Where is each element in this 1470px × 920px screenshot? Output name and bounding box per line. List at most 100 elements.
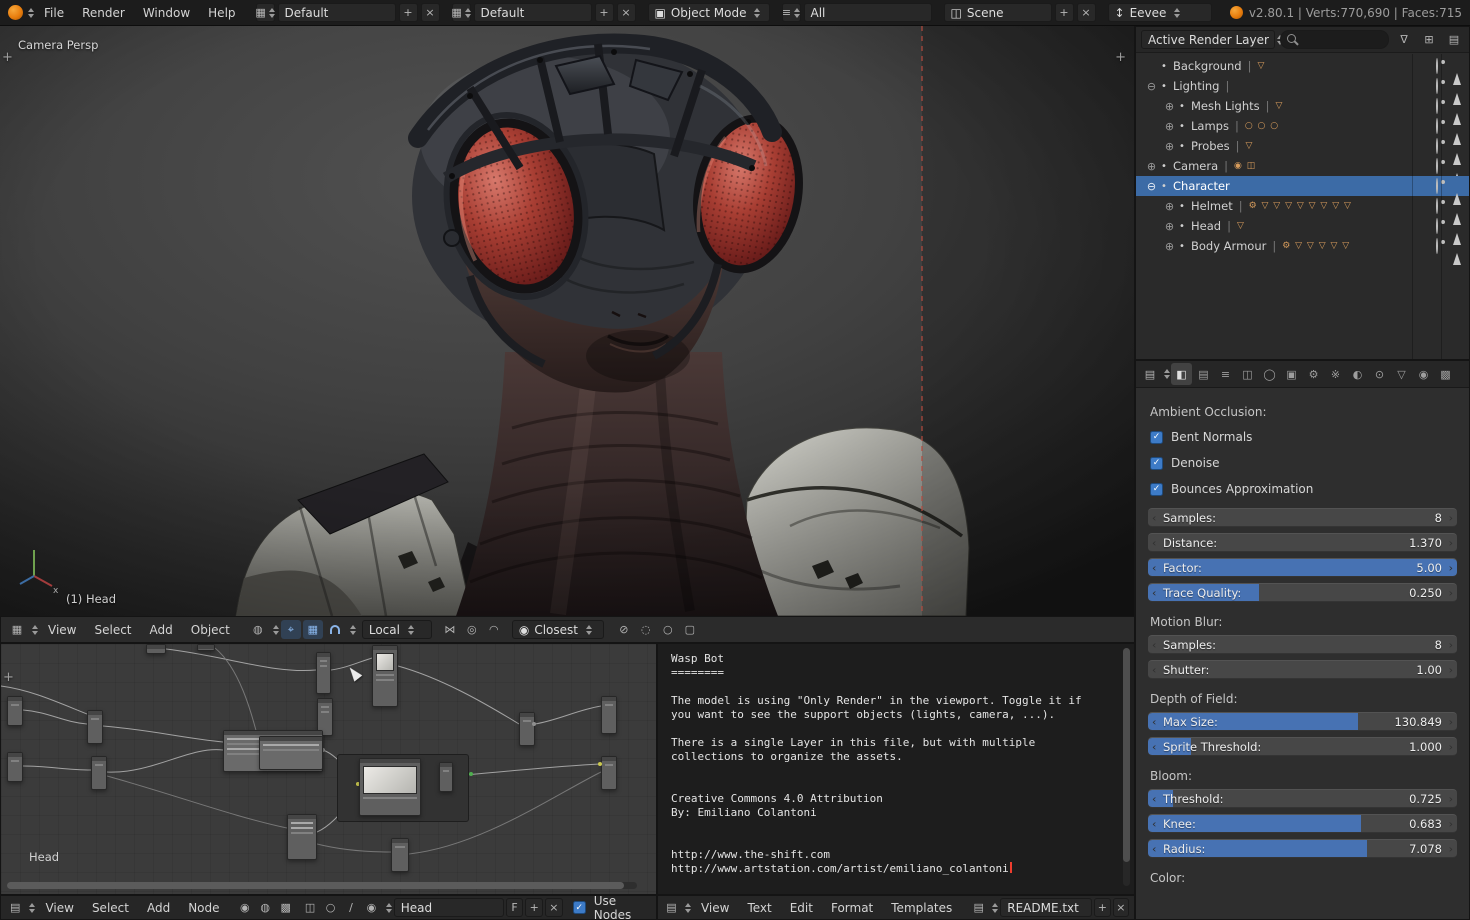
overlays-toggle-icon[interactable]: ▦ bbox=[303, 620, 323, 639]
orbit-dropdown-icon[interactable] bbox=[273, 625, 279, 635]
bloom-threshold-slider[interactable]: ‹ Threshold:0.725 › bbox=[1148, 789, 1457, 808]
text-browse-dropdown-icon[interactable] bbox=[992, 903, 998, 913]
visibility-eye-icon[interactable] bbox=[1436, 78, 1438, 94]
snap-magnet-icon[interactable] bbox=[325, 620, 345, 639]
workspace-select-a[interactable]: Default bbox=[278, 3, 396, 22]
shader-node[interactable] bbox=[146, 644, 166, 654]
image-texture-node[interactable] bbox=[359, 758, 421, 816]
render-engine-select[interactable]: ↕ Eevee bbox=[1108, 3, 1212, 22]
add-workspace-button[interactable]: + bbox=[399, 3, 418, 22]
menu-view[interactable]: View bbox=[693, 901, 737, 915]
mode-select[interactable]: ▣ Object Mode bbox=[648, 3, 770, 22]
texture-properties-tab[interactable]: ▩ bbox=[1435, 363, 1456, 385]
proportional-edit-icon[interactable]: ◎ bbox=[462, 620, 482, 639]
falloff-icon[interactable]: ◠ bbox=[484, 620, 504, 639]
visibility-eye-icon[interactable] bbox=[1436, 218, 1438, 234]
toolbar-expand-icon[interactable]: + bbox=[2, 50, 13, 65]
remove-scene-button[interactable]: × bbox=[1077, 3, 1096, 22]
blender-logo-icon[interactable] bbox=[8, 5, 23, 20]
visibility-eye-icon[interactable] bbox=[1436, 178, 1438, 194]
transform-orientation-select[interactable]: Local bbox=[362, 620, 432, 639]
outliner-row-lamps[interactable]: ⊕• Lamps| ○ ○ ○ bbox=[1136, 116, 1469, 136]
scene-lights-icon[interactable]: ◌ bbox=[636, 620, 656, 639]
text-file-field[interactable]: README.txt bbox=[1000, 898, 1092, 917]
shader-node[interactable] bbox=[91, 756, 107, 790]
modifier-properties-tab[interactable]: ⚙ bbox=[1303, 363, 1324, 385]
filter-icon[interactable]: ∇ bbox=[1394, 30, 1414, 49]
collection-filter-select[interactable]: All bbox=[804, 3, 932, 22]
material-browse-icon[interactable]: ◉ bbox=[362, 898, 380, 917]
visibility-eye-icon[interactable] bbox=[1436, 58, 1438, 74]
editor-type-icon[interactable]: ▦ bbox=[7, 620, 27, 639]
selectability-cursor-icon[interactable] bbox=[1453, 239, 1461, 265]
app-menu-dropdown-icon[interactable] bbox=[28, 8, 34, 18]
constraints-properties-tab[interactable]: ⊙ bbox=[1369, 363, 1390, 385]
shader-node[interactable] bbox=[259, 736, 323, 770]
editor-type-dropdown-icon[interactable] bbox=[32, 625, 38, 635]
shader-node[interactable] bbox=[87, 710, 103, 744]
outliner-search-input[interactable] bbox=[1280, 30, 1389, 49]
unlink-text-button[interactable]: × bbox=[1113, 898, 1129, 917]
outliner-row-character[interactable]: ⊖• Character bbox=[1136, 176, 1469, 196]
menu-format[interactable]: Format bbox=[823, 901, 881, 915]
ao-samples-slider[interactable]: ‹ Samples:8 › bbox=[1148, 508, 1457, 527]
node-editor-type-dropdown-icon[interactable] bbox=[29, 903, 35, 913]
bounces-approximation-checkbox[interactable]: ✓ Bounces Approximation bbox=[1150, 476, 1469, 502]
outliner-row-body-armour[interactable]: ⊕• Body Armour| ⚙ ▽ ▽ ▽ ▽ ▽ bbox=[1136, 236, 1469, 256]
shader-type-linestyle-icon[interactable]: ▩ bbox=[276, 898, 294, 917]
node-editor-hscrollbar[interactable] bbox=[7, 882, 637, 889]
properties-editor-type-dropdown-icon[interactable] bbox=[1164, 369, 1170, 379]
shader-node[interactable] bbox=[7, 696, 23, 726]
outliner-row-mesh-lights[interactable]: ⊕• Mesh Lights| ▽ bbox=[1136, 96, 1469, 116]
shader-node[interactable] bbox=[519, 712, 535, 746]
unlink-material-button[interactable]: × bbox=[545, 898, 563, 917]
mb-shutter-slider[interactable]: ‹ Shutter:1.00 › bbox=[1148, 660, 1457, 679]
outliner-row-probes[interactable]: ⊕• Probes| ▽ bbox=[1136, 136, 1469, 156]
shader-node-editor[interactable]: + Head bbox=[0, 643, 657, 895]
menu-help[interactable]: Help bbox=[200, 6, 243, 20]
menu-file[interactable]: File bbox=[36, 6, 72, 20]
world-properties-tab[interactable]: ◯ bbox=[1259, 363, 1280, 385]
menu-select[interactable]: Select bbox=[84, 901, 137, 915]
new-collection-icon[interactable]: ⊞ bbox=[1419, 30, 1439, 49]
axis-gizmo[interactable]: x bbox=[8, 542, 60, 594]
ao-factor-slider[interactable]: ‹ Factor:5.00 › bbox=[1148, 558, 1457, 577]
menu-templates[interactable]: Templates bbox=[883, 901, 960, 915]
visibility-eye-icon[interactable] bbox=[1436, 98, 1438, 114]
menu-edit[interactable]: Edit bbox=[782, 901, 821, 915]
remove-workspace-button[interactable]: × bbox=[421, 3, 440, 22]
dof-max-size-slider[interactable]: ‹ Max Size:130.849 › bbox=[1148, 712, 1457, 731]
shader-node[interactable] bbox=[7, 752, 23, 782]
text-editor-scrollbar[interactable] bbox=[1123, 648, 1130, 886]
display-mode-icon[interactable]: ▤ bbox=[1444, 30, 1464, 49]
object-properties-tab[interactable]: ▣ bbox=[1281, 363, 1302, 385]
shader-type-object-icon[interactable]: ◉ bbox=[236, 898, 254, 917]
texture-icon[interactable]: ◫ bbox=[301, 898, 319, 917]
menu-view[interactable]: View bbox=[37, 901, 81, 915]
shader-node[interactable] bbox=[287, 814, 317, 860]
sidebar-expand-icon[interactable]: + bbox=[1115, 50, 1126, 65]
outliner-row-background[interactable]: • Background| ▽ bbox=[1136, 56, 1469, 76]
scene-properties-tab[interactable]: ◫ bbox=[1237, 363, 1258, 385]
shader-type-world-icon[interactable]: ◍ bbox=[256, 898, 274, 917]
menu-render[interactable]: Render bbox=[74, 6, 133, 20]
ao-distance-slider[interactable]: ‹ Distance:1.370 › bbox=[1148, 533, 1457, 552]
bloom-radius-slider[interactable]: ‹ Radius:7.078 › bbox=[1148, 839, 1457, 858]
object-data-properties-tab[interactable]: ▽ bbox=[1391, 363, 1412, 385]
material-name-field[interactable]: Head bbox=[394, 898, 504, 917]
scene-select[interactable]: ◫ Scene bbox=[944, 3, 1052, 22]
view-layer-properties-tab[interactable]: ≡ bbox=[1215, 363, 1236, 385]
viewport-3d[interactable]: Camera Persp + + x (1) Head bbox=[0, 26, 1135, 616]
denoise-checkbox[interactable]: ✓ Denoise bbox=[1150, 450, 1469, 476]
orbit-icon[interactable]: ◍ bbox=[248, 620, 268, 639]
image-texture-node[interactable] bbox=[372, 645, 398, 707]
material-browse-dropdown-icon[interactable] bbox=[386, 903, 392, 913]
xray-toggle-icon[interactable]: ⊘ bbox=[614, 620, 634, 639]
menu-window[interactable]: Window bbox=[135, 6, 198, 20]
shader-node[interactable] bbox=[316, 652, 331, 694]
outliner-row-helmet[interactable]: ⊕• Helmet| ⚙ ▽ ▽ ▽ ▽ ▽ ▽ ▽ ▽ bbox=[1136, 196, 1469, 216]
add-scene-button[interactable]: + bbox=[1055, 3, 1074, 22]
menu-add[interactable]: Add bbox=[139, 901, 178, 915]
workspace-icon[interactable]: ▦ bbox=[256, 3, 275, 22]
shader-node[interactable] bbox=[439, 762, 453, 792]
